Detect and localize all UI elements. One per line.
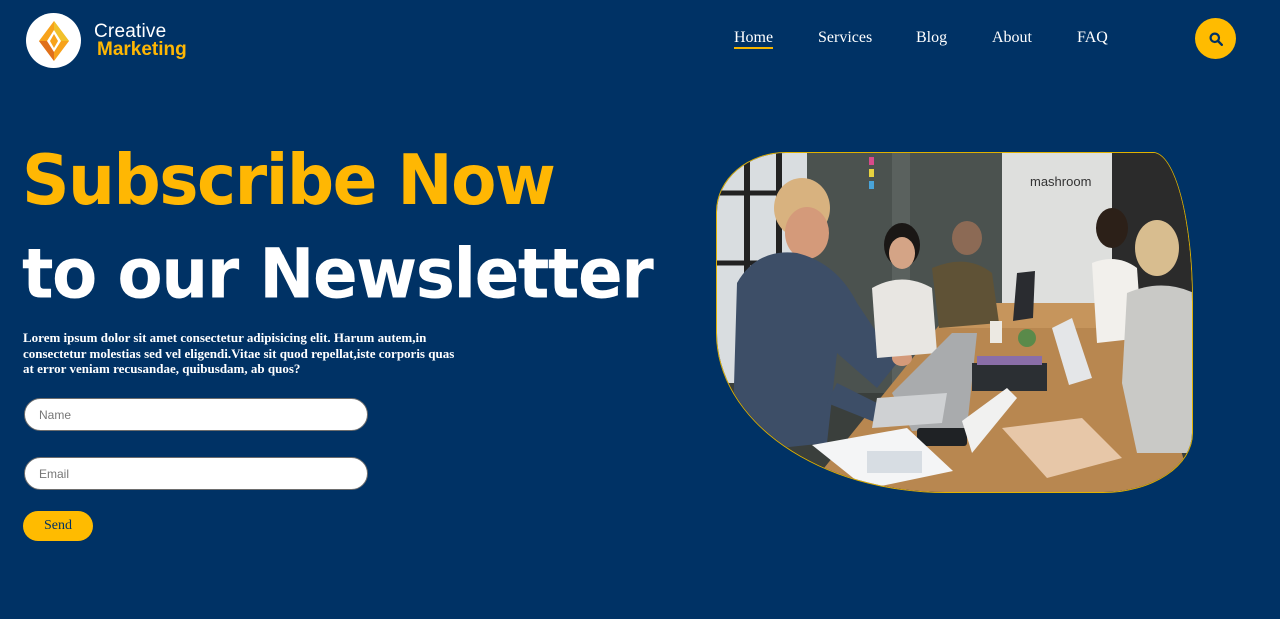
search-icon — [1209, 32, 1223, 46]
office-meeting-illustration: mashroom — [717, 153, 1192, 492]
logo-badge — [26, 13, 81, 68]
diamond-logo-icon — [38, 20, 69, 61]
nav-services[interactable]: Services — [818, 29, 872, 47]
send-button[interactable]: Send — [23, 511, 93, 541]
hero-title-line1: Subscribe Now — [22, 139, 556, 221]
brand-logo[interactable]: Creative Marketing — [26, 13, 187, 68]
nav-blog[interactable]: Blog — [916, 29, 947, 47]
search-button[interactable] — [1195, 18, 1236, 59]
email-input[interactable] — [24, 457, 368, 490]
hero-title-line2: to our Newsletter — [22, 233, 654, 315]
brand-name-line2: Marketing — [97, 39, 187, 60]
nav-about[interactable]: About — [992, 29, 1032, 47]
wall-sign: mashroom — [1030, 174, 1091, 189]
name-input[interactable] — [24, 398, 368, 431]
nav-faq[interactable]: FAQ — [1077, 29, 1108, 47]
hero-photo: mashroom — [716, 152, 1193, 493]
nav-home[interactable]: Home — [734, 29, 774, 49]
hero-description: Lorem ipsum dolor sit amet consectetur a… — [23, 330, 455, 376]
hero-title: Subscribe Now to our Newsletter — [22, 139, 654, 315]
